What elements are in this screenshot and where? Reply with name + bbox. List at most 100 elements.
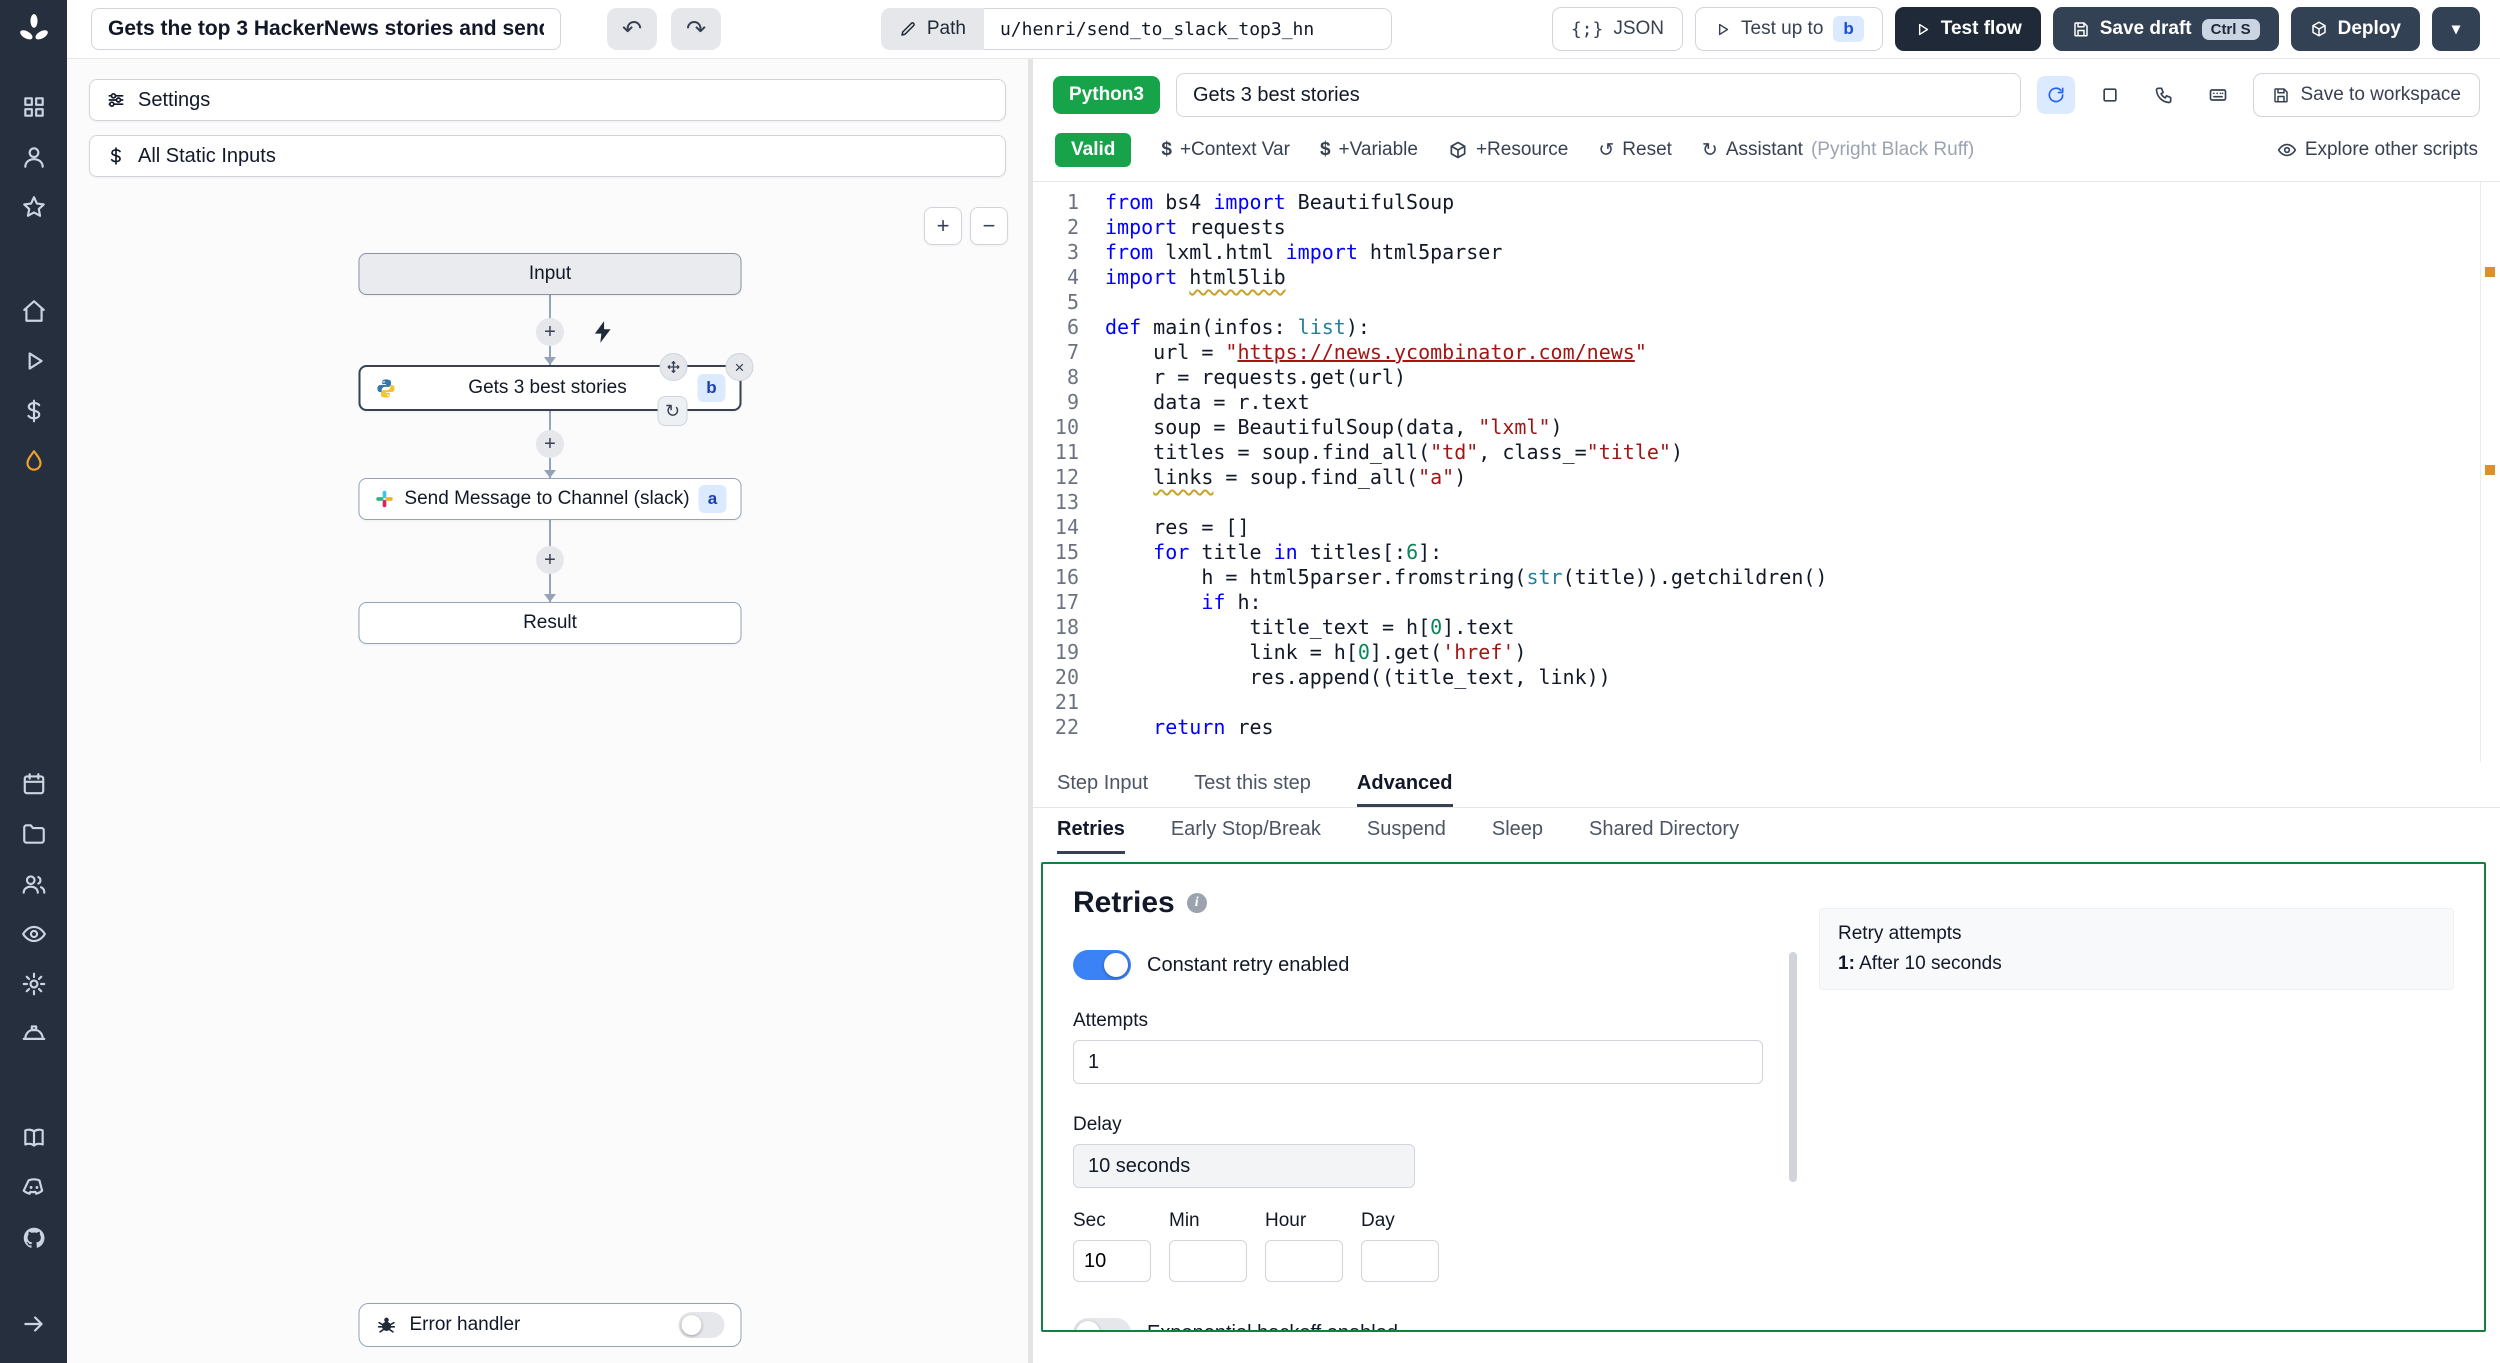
subtab-retries[interactable]: Retries bbox=[1057, 808, 1125, 854]
iterate-step-button[interactable]: ↻ bbox=[657, 396, 688, 426]
error-handler-toggle[interactable] bbox=[678, 1312, 725, 1338]
test-flow-button[interactable]: Test flow bbox=[1894, 7, 2041, 51]
edge-arrow bbox=[544, 470, 556, 478]
error-handler-node[interactable]: Error handler bbox=[358, 1303, 742, 1347]
tab-advanced[interactable]: Advanced bbox=[1356, 762, 1453, 807]
hour-input[interactable] bbox=[1265, 1240, 1343, 1282]
save-to-workspace-button[interactable]: Save to workspace bbox=[2253, 73, 2480, 117]
sidebar-item-docs[interactable] bbox=[11, 1117, 57, 1159]
expand-sidebar-button[interactable] bbox=[11, 1303, 57, 1345]
add-context-var-button[interactable]: $ +Context Var bbox=[1161, 139, 1290, 161]
refresh-toggle-button[interactable] bbox=[2037, 76, 2076, 114]
sidebar-item-schedules[interactable] bbox=[11, 763, 57, 805]
insert-step-button[interactable]: + bbox=[536, 546, 564, 574]
code-editor[interactable]: 1 2 3 4 5 6 7 8 9 10 11 12 13 14 15 16 17 18 19 20 21 22 from… bbox=[1033, 182, 2500, 762]
topbar-actions: {;} JSON Test up to b Test flow Save dra… bbox=[1551, 7, 2480, 51]
sidebar-item-home[interactable] bbox=[11, 290, 57, 332]
drag-handle-icon[interactable] bbox=[659, 353, 688, 381]
json-button[interactable]: {;} JSON bbox=[1551, 7, 1684, 51]
insert-step-button[interactable]: + bbox=[536, 318, 564, 346]
edit-path-button[interactable]: Path bbox=[880, 8, 984, 50]
sidebar-item-triggers[interactable] bbox=[11, 440, 57, 482]
time-field-label: Sec bbox=[1073, 1210, 1106, 1231]
path-value[interactable]: u/henri/send_to_slack_top3_hn bbox=[983, 8, 1392, 50]
static-inputs-button[interactable]: All Static Inputs bbox=[89, 135, 1006, 177]
zoom-out-button[interactable]: − bbox=[970, 207, 1008, 245]
dollar-icon bbox=[110, 147, 121, 165]
exponential-backoff-toggle[interactable] bbox=[1073, 1318, 1131, 1330]
test-up-to-button[interactable]: Test up to b bbox=[1695, 7, 1883, 51]
home-icon bbox=[22, 300, 45, 322]
triggers-icon bbox=[25, 450, 42, 471]
play-icon bbox=[1718, 23, 1729, 35]
flow-title-input[interactable] bbox=[91, 8, 561, 50]
deploy-icon bbox=[2311, 21, 2326, 37]
topbar: ↶ ↷ Path u/henri/send_to_slack_top3_hn {… bbox=[67, 0, 2500, 59]
pencil-icon bbox=[901, 22, 915, 36]
call-button[interactable] bbox=[2145, 76, 2183, 114]
chevron-down-icon: ▾ bbox=[2451, 21, 2460, 38]
windmill-logo[interactable] bbox=[0, 0, 67, 60]
node-result[interactable]: Result bbox=[358, 602, 742, 644]
sidebar-item-user[interactable] bbox=[11, 136, 57, 178]
node-label: Send Message to Channel (slack) bbox=[404, 488, 690, 509]
zoom-in-button[interactable]: + bbox=[924, 207, 962, 245]
subtab-shared-directory[interactable]: Shared Directory bbox=[1589, 808, 1739, 854]
sidebar-item-discord[interactable] bbox=[11, 1167, 57, 1209]
add-variable-button[interactable]: $ +Variable bbox=[1320, 139, 1418, 161]
save-draft-label: Save draft bbox=[2099, 18, 2192, 39]
explore-scripts-button[interactable]: Explore other scripts bbox=[2277, 139, 2478, 161]
node-step-b[interactable]: Gets 3 best stories b × ↻ bbox=[358, 353, 754, 426]
info-icon[interactable]: i bbox=[1186, 893, 1207, 913]
tab-step-input[interactable]: Step Input bbox=[1057, 762, 1148, 807]
delay-input[interactable] bbox=[1073, 1144, 1415, 1188]
sidebar-item-apps[interactable] bbox=[11, 86, 57, 128]
sidebar-item-groups[interactable] bbox=[11, 863, 57, 905]
deploy-more-button[interactable]: ▾ bbox=[2431, 7, 2480, 51]
insert-step-button[interactable]: + bbox=[536, 430, 564, 458]
expand-sidebar-icon bbox=[23, 1316, 43, 1332]
add-resource-button[interactable]: +Resource bbox=[1448, 139, 1568, 161]
node-input[interactable]: Input bbox=[358, 253, 742, 295]
sidebar-item-workers[interactable] bbox=[11, 1013, 57, 1055]
shortcuts-button[interactable] bbox=[2199, 76, 2237, 114]
constant-retry-toggle[interactable] bbox=[1073, 950, 1131, 980]
remove-step-button[interactable]: × bbox=[725, 353, 754, 381]
sidebar-item-audit-logs[interactable] bbox=[11, 913, 57, 955]
day-input[interactable] bbox=[1361, 1240, 1439, 1282]
flow-settings-button[interactable]: Settings bbox=[89, 79, 1006, 121]
retries-scrollbar[interactable] bbox=[1789, 952, 1797, 1182]
assistant-button[interactable]: ↻ Assistant (Pyright Black Ruff) bbox=[1702, 139, 1974, 162]
save-draft-button[interactable]: Save draft Ctrl S bbox=[2052, 7, 2279, 51]
node-step-a[interactable]: Send Message to Channel (slack) a bbox=[358, 478, 742, 520]
deploy-button[interactable]: Deploy bbox=[2290, 7, 2420, 51]
sidebar-item-github[interactable] bbox=[11, 1217, 57, 1259]
app-root: ↶ ↷ Path u/henri/send_to_slack_top3_hn {… bbox=[0, 0, 2500, 1363]
sidebar-item-variables[interactable] bbox=[11, 390, 57, 432]
redo-icon: ↷ bbox=[685, 15, 707, 43]
sidebar-item-settings[interactable] bbox=[11, 963, 57, 1005]
overview-ruler bbox=[2480, 182, 2500, 762]
step-title-input[interactable] bbox=[1175, 73, 2022, 117]
reset-button[interactable]: ↺ Reset bbox=[1598, 139, 1672, 162]
save-to-workspace-label: Save to workspace bbox=[2300, 84, 2461, 105]
assistant-meta: (Pyright Black Ruff) bbox=[1810, 139, 1975, 160]
attempts-input[interactable] bbox=[1073, 1040, 1763, 1084]
subtab-suspend[interactable]: Suspend bbox=[1367, 808, 1446, 854]
min-input[interactable] bbox=[1169, 1240, 1247, 1282]
sidebar-item-star[interactable] bbox=[11, 186, 57, 228]
subtab-sleep[interactable]: Sleep bbox=[1492, 808, 1543, 854]
exponential-backoff-row: Exponential backoff enabled bbox=[1073, 1318, 1763, 1330]
star-icon bbox=[22, 196, 45, 217]
trigger-bolt-icon[interactable] bbox=[590, 319, 616, 348]
undo-button[interactable]: ↶ bbox=[607, 8, 657, 50]
redo-button[interactable]: ↷ bbox=[671, 8, 721, 50]
braces-icon: {;} bbox=[1570, 18, 1604, 40]
tab-test-this-step[interactable]: Test this step bbox=[1194, 762, 1311, 807]
fullscreen-button[interactable] bbox=[2091, 76, 2129, 114]
subtab-early-stop[interactable]: Early Stop/Break bbox=[1171, 808, 1321, 854]
sidebar-item-runs[interactable] bbox=[11, 340, 57, 382]
time-field-label: Day bbox=[1361, 1210, 1395, 1231]
sidebar-item-folders[interactable] bbox=[11, 813, 57, 855]
sec-input[interactable] bbox=[1073, 1240, 1151, 1282]
